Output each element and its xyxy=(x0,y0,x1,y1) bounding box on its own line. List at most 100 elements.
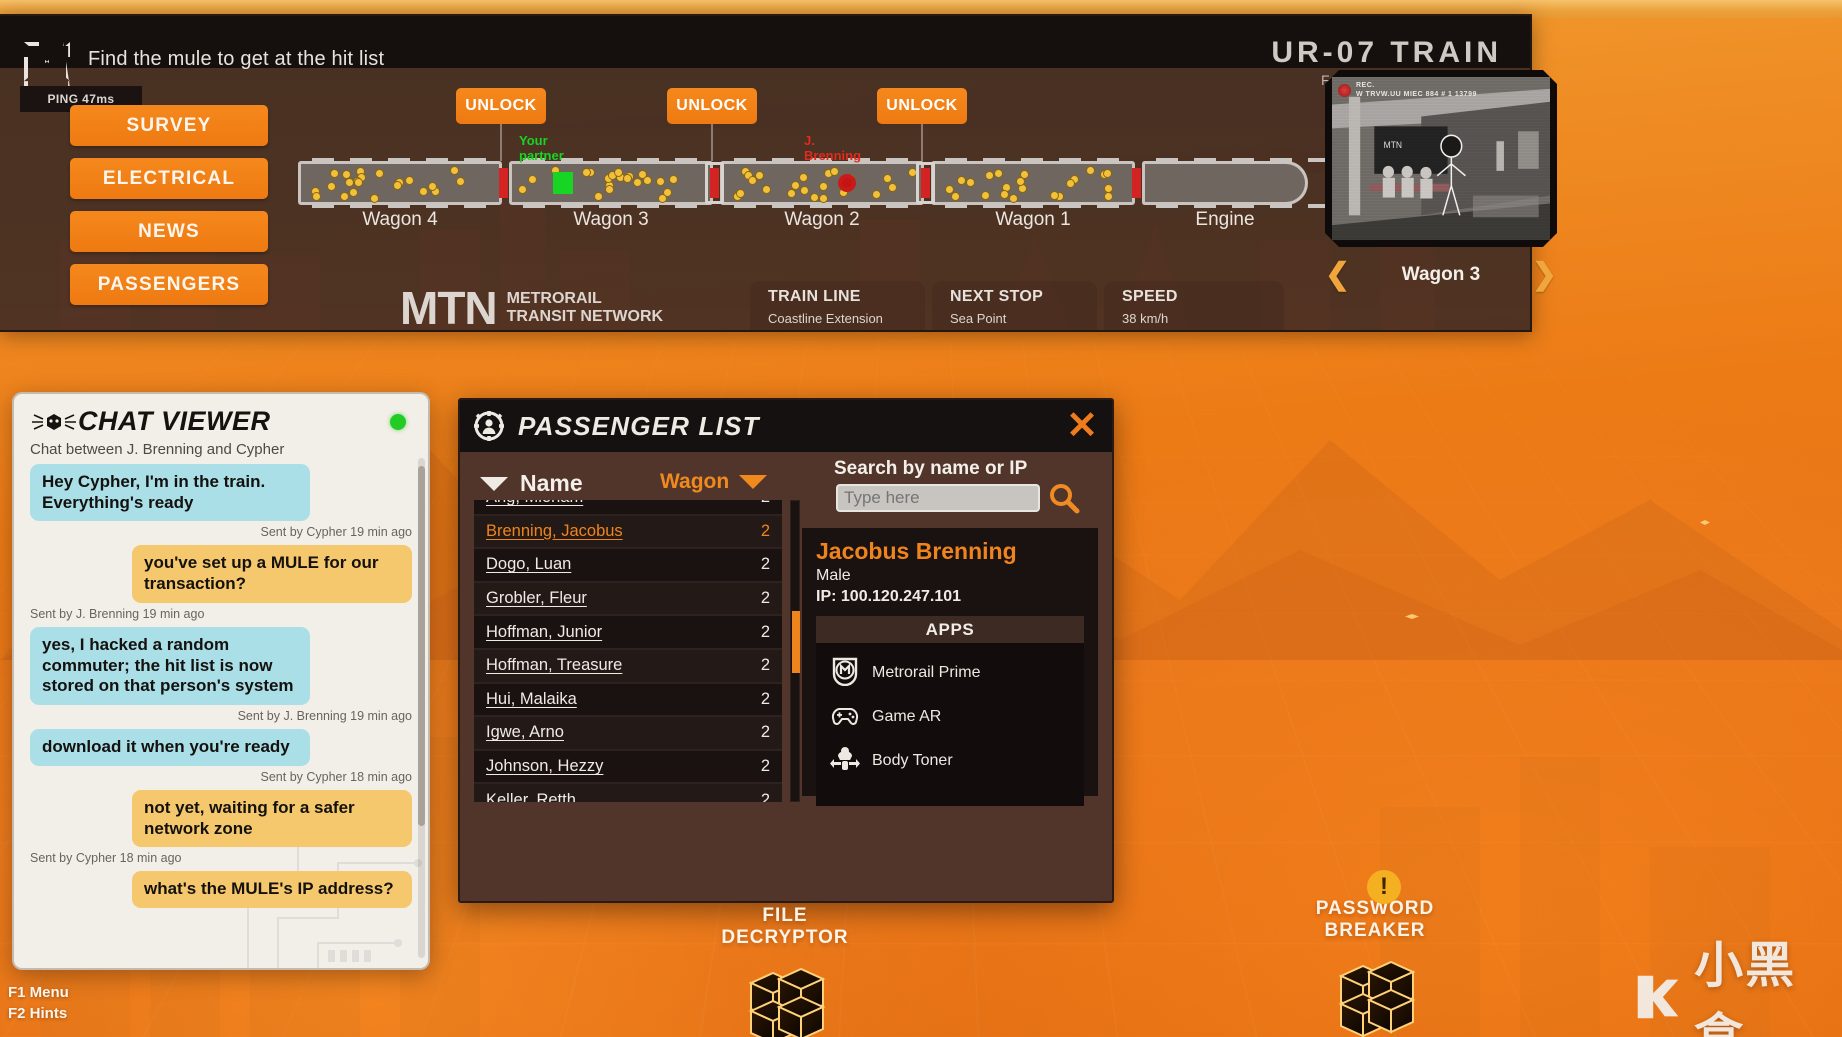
passenger-dot xyxy=(747,175,757,185)
passenger-row[interactable]: Igwe, Arno 2 xyxy=(474,717,782,751)
wagon-door xyxy=(772,204,794,208)
cube-icon xyxy=(700,953,870,1037)
wagon-door xyxy=(772,158,794,162)
passenger-dot xyxy=(1103,168,1113,178)
passenger-row[interactable]: Dogo, Luan 2 xyxy=(474,549,782,583)
wagon-label: Wagon 1 xyxy=(995,209,1071,230)
chat-subtitle: Chat between J. Brenning and Cypher xyxy=(30,441,285,458)
search-input[interactable] xyxy=(844,488,1032,508)
camera-image: MTN REC. W TRVW.UU MIEC 884 # 1 13799 xyxy=(1332,77,1550,240)
brand-line-1: METRORAIL xyxy=(506,289,602,307)
passenger-row[interactable]: Ang, Mienam 2 xyxy=(474,500,782,516)
passenger-dot xyxy=(965,178,975,188)
chat-scrollbar[interactable] xyxy=(418,458,425,958)
passenger-row[interactable]: Hoffman, Treasure 2 xyxy=(474,649,782,684)
passenger-detail-panel: Jacobus Brenning Male IP: 100.120.247.10… xyxy=(802,528,1098,806)
passenger-dot xyxy=(623,173,633,183)
wagon-door xyxy=(561,158,583,162)
sort-wagon-icon[interactable] xyxy=(739,475,768,489)
person-gear-icon xyxy=(474,411,504,441)
wagon-locked-door[interactable] xyxy=(916,162,935,204)
wagon-lock-bar[interactable] xyxy=(499,168,508,198)
passenger-dot xyxy=(883,173,893,183)
camera-noise-overlay xyxy=(1332,77,1550,240)
menu-button-passengers[interactable]: PASSENGERS xyxy=(70,264,268,305)
passenger-row-name: Johnson, Hezzy xyxy=(486,757,604,776)
menu-button-electrical[interactable]: ELECTRICAL xyxy=(70,158,268,199)
passenger-row[interactable]: Johnson, Hezzy 2 xyxy=(474,751,782,785)
wagon-door xyxy=(312,204,334,208)
wagon-locked-door[interactable] xyxy=(705,162,724,204)
chat-message-list[interactable]: Hey Cypher, I'm in the train. Everything… xyxy=(14,464,428,922)
wagon-door xyxy=(734,204,756,208)
menu-button-survey[interactable]: SURVEY xyxy=(70,105,268,146)
app-row[interactable]: Game AR xyxy=(820,695,1080,739)
wagon-door xyxy=(1232,204,1254,208)
wagon-door xyxy=(1097,158,1119,162)
tool-label: PASSWORD BREAKER xyxy=(1315,898,1435,941)
camera-feed-panel: MTN REC. W TRVW.UU MIEC 884 # 1 13799 xyxy=(1325,70,1557,247)
chat-message: download it when you're ready xyxy=(30,729,310,766)
sort-name-icon[interactable] xyxy=(480,476,508,491)
chevron-right-icon[interactable]: ❯ xyxy=(1532,260,1557,290)
train-wagon[interactable] xyxy=(1142,161,1308,205)
alert-badge: ! xyxy=(1367,870,1401,904)
wagon-door xyxy=(523,204,545,208)
passenger-row[interactable]: Hoffman, Junior 2 xyxy=(474,616,782,650)
unlock-button-3[interactable]: UNLOCK xyxy=(877,88,967,124)
unlock-button-1[interactable]: UNLOCK xyxy=(456,88,546,124)
wagon-door xyxy=(983,204,1005,208)
passenger-list-scrollbar[interactable] xyxy=(790,500,800,802)
passenger-row[interactable]: Grobler, Fleur 2 xyxy=(474,582,782,617)
passenger-row[interactable]: Brenning, Jacobus 2 xyxy=(474,515,782,550)
wagon-door xyxy=(350,158,372,162)
passenger-row-wagon: 2 xyxy=(760,521,770,540)
passenger-row[interactable]: Keller, Retth 2 xyxy=(474,784,782,802)
passenger-list-scroll-thumb[interactable] xyxy=(792,611,800,673)
brand-line-2: TRANSIT NETWORK xyxy=(506,308,664,325)
wagon-door xyxy=(312,158,334,162)
tool-file-decryptor[interactable]: FILE DECRYPTOR xyxy=(700,905,870,1037)
mtn-logo-text: MTN xyxy=(400,282,498,332)
wagon-door xyxy=(1021,158,1043,162)
search-input-wrapper[interactable] xyxy=(836,484,1040,512)
info-value: Coastline Extension xyxy=(768,311,883,326)
unlock-button-2[interactable]: UNLOCK xyxy=(667,88,757,124)
wagon-door xyxy=(1232,158,1254,162)
passenger-row-wagon: 2 xyxy=(760,555,770,574)
column-header-wagon[interactable]: Wagon xyxy=(660,470,780,494)
info-key: SPEED xyxy=(1122,288,1178,305)
close-icon[interactable]: ✕ xyxy=(1066,407,1098,445)
passenger-dot xyxy=(871,189,881,199)
passenger-dot xyxy=(455,176,465,186)
search-icon[interactable] xyxy=(1048,482,1080,514)
passenger-dot xyxy=(449,166,459,176)
wagon-door xyxy=(464,158,486,162)
wagon-door xyxy=(1194,158,1216,162)
passenger-rows[interactable]: Ang, Mienam2Brenning, Jacobus2Dogo, Luan… xyxy=(474,500,782,802)
passenger-dot xyxy=(638,169,648,179)
passenger-dot xyxy=(787,188,797,198)
hud-menu: SURVEY ELECTRICAL NEWS PASSENGERS xyxy=(70,105,268,317)
tool-password-breaker[interactable]: PASSWORD BREAKER! xyxy=(1290,870,1460,1037)
app-row[interactable]: Metrorail Prime xyxy=(820,651,1080,695)
passenger-row[interactable]: Hui, Malaika 2 xyxy=(474,684,782,718)
passenger-dot xyxy=(528,174,538,184)
wagon-door xyxy=(1194,204,1216,208)
passenger-row-wagon: 2 xyxy=(760,723,770,742)
chat-message-meta: Sent by J. Brenning 19 min ago xyxy=(237,709,412,724)
chat-scrollbar-thumb[interactable] xyxy=(418,466,425,826)
cube-icon xyxy=(1290,946,1460,1037)
wagon-lock-bar[interactable] xyxy=(1132,168,1141,198)
unlock-connector-line xyxy=(711,124,713,161)
passenger-dot xyxy=(632,177,642,187)
passenger-dot xyxy=(1049,191,1059,201)
menu-button-news[interactable]: NEWS xyxy=(70,211,268,252)
wagon-door xyxy=(1097,204,1119,208)
detail-name: Jacobus Brenning xyxy=(816,538,1017,564)
chevron-left-icon[interactable]: ❮ xyxy=(1325,260,1350,290)
passenger-row-name: Dogo, Luan xyxy=(486,555,572,574)
app-row[interactable]: Body Toner xyxy=(820,739,1080,783)
passenger-dot xyxy=(887,182,897,192)
passenger-dot xyxy=(981,190,991,200)
